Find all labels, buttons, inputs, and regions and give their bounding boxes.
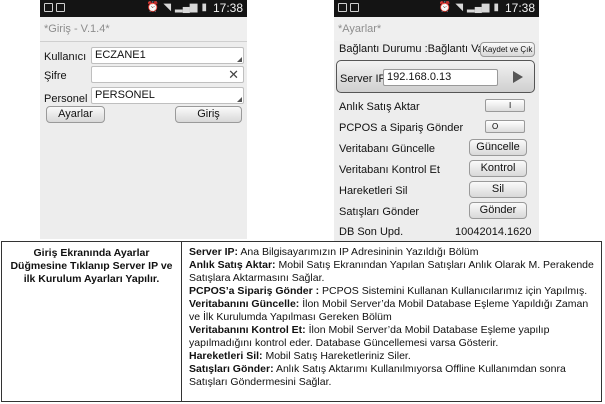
login-title: *Giriş - V.1.4* xyxy=(40,17,247,42)
username-field[interactable]: ECZANE1 xyxy=(91,47,244,64)
description-text: PCPOS Sistemini Kullanan Kullanıcılarımı… xyxy=(319,285,588,297)
description-item: Veritabanını Kontrol Et: İlon Mobil Serv… xyxy=(189,324,599,350)
toggle-off-mark: O xyxy=(492,122,499,131)
description-item: Anlık Satış Aktar: Mobil Satış Ekranında… xyxy=(189,259,599,285)
settings-title: *Ayarlar* xyxy=(334,17,539,41)
description-term: PCPOS’a Sipariş Gönder : xyxy=(189,285,320,297)
alarm-icon: ⏰ xyxy=(146,2,160,13)
description-text: Mobil Satış Hareketleriniz Siler. xyxy=(262,350,411,362)
description-item: Server IP: Ana Bilgisayarımızın IP Adres… xyxy=(189,246,599,259)
instant-sales-toggle[interactable]: I xyxy=(485,99,525,112)
gallery-icon xyxy=(350,3,359,12)
wifi-icon: ◥ xyxy=(163,2,172,13)
login-button[interactable]: Giriş xyxy=(175,106,242,123)
description-details: Server IP: Ana Bilgisayarımızın IP Adres… xyxy=(189,246,599,389)
password-field[interactable]: ✕ xyxy=(91,66,244,83)
connection-status: Bağlantı Durumu :Bağlantı Var xyxy=(339,43,488,55)
staff-label: Personel xyxy=(44,93,88,105)
toggle-on-mark: I xyxy=(509,101,512,110)
field-corner-icon xyxy=(237,97,242,102)
username-label: Kullanıcı xyxy=(44,51,87,63)
login-screen: ⏰ ◥ ▂▄▆ ▮ 17:38 *Giriş - V.1.4* Kullanıc… xyxy=(40,0,247,239)
db-check-label: Veritabanı Kontrol Et xyxy=(339,164,440,176)
staff-field[interactable]: PERSONEL xyxy=(91,87,244,104)
db-last-update-value: 10042014.1620 xyxy=(455,226,532,238)
battery-icon: ▮ xyxy=(201,2,207,13)
clock: 17:38 xyxy=(504,1,535,15)
db-check-button[interactable]: Kontrol xyxy=(469,160,527,177)
notification-icon xyxy=(338,3,347,12)
username-value: ECZANE1 xyxy=(95,49,146,61)
description-term: Veritabanını Kontrol Et: xyxy=(189,324,306,336)
save-exit-button[interactable]: Kaydet ve Çık xyxy=(480,42,535,57)
description-term: Server IP: xyxy=(189,246,239,258)
delete-moves-button[interactable]: Sil xyxy=(469,181,527,198)
alarm-icon: ⏰ xyxy=(438,2,452,13)
play-icon[interactable] xyxy=(513,71,523,83)
description-term: Anlık Satış Aktar: xyxy=(189,259,276,271)
pcpos-toggle[interactable]: O xyxy=(485,120,525,133)
description-term: Hareketleri Sil: xyxy=(189,350,263,362)
db-update-button[interactable]: Güncelle xyxy=(469,139,527,156)
battery-icon: ▮ xyxy=(493,2,499,13)
password-label: Şifre xyxy=(44,70,67,82)
wifi-icon: ◥ xyxy=(455,2,464,13)
clock: 17:38 xyxy=(212,1,243,15)
server-ip-label: Server IP xyxy=(340,73,386,85)
db-last-update-label: DB Son Upd. xyxy=(339,226,404,238)
server-ip-panel: Server IP 192.168.0.13 xyxy=(336,60,535,93)
settings-button[interactable]: Ayarlar xyxy=(46,106,105,123)
delete-moves-label: Hareketleri Sil xyxy=(339,185,408,197)
signal-icon: ▂▄▆ xyxy=(467,2,490,13)
gallery-icon xyxy=(56,3,65,12)
server-ip-input[interactable]: 192.168.0.13 xyxy=(383,69,498,86)
description-table: Giriş Ekranında Ayarlar Düğmesine Tıklan… xyxy=(1,241,602,402)
description-text: Ana Bilgisayarımızın IP Adresininin Yazı… xyxy=(238,246,479,258)
send-sales-button[interactable]: Gönder xyxy=(469,202,527,219)
status-bar: ⏰ ◥ ▂▄▆ ▮ 17:38 xyxy=(40,0,247,17)
description-summary: Giriş Ekranında Ayarlar Düğmesine Tıklan… xyxy=(2,242,182,401)
description-term: Veritabanını Güncelle: xyxy=(189,298,300,310)
description-item: Veritabanını Güncelle: İlon Mobil Server… xyxy=(189,298,599,324)
status-bar: ⏰ ◥ ▂▄▆ ▮ 17:38 xyxy=(334,0,539,17)
server-ip-value: 192.168.0.13 xyxy=(387,71,452,83)
field-corner-icon xyxy=(237,57,242,62)
description-item: Hareketleri Sil: Mobil Satış Hareketleri… xyxy=(189,350,599,363)
staff-value: PERSONEL xyxy=(95,89,155,101)
description-item: Satışları Gönder: Anlık Satış Aktarımı K… xyxy=(189,363,599,389)
notification-icon xyxy=(44,3,53,12)
send-sales-label: Satışları Gönder xyxy=(339,206,420,218)
pcpos-label: PCPOS a Sipariş Gönder xyxy=(339,122,464,134)
description-item: PCPOS’a Sipariş Gönder : PCPOS Sistemini… xyxy=(189,285,599,298)
settings-screen: ⏰ ◥ ▂▄▆ ▮ 17:38 *Ayarlar* Bağlantı Durum… xyxy=(334,0,539,241)
description-term: Satışları Gönder: xyxy=(189,363,274,375)
clear-icon[interactable]: ✕ xyxy=(228,67,239,82)
instant-sales-label: Anlık Satış Aktar xyxy=(339,101,420,113)
signal-icon: ▂▄▆ xyxy=(175,2,198,13)
db-update-label: Veritabanı Güncelle xyxy=(339,143,436,155)
